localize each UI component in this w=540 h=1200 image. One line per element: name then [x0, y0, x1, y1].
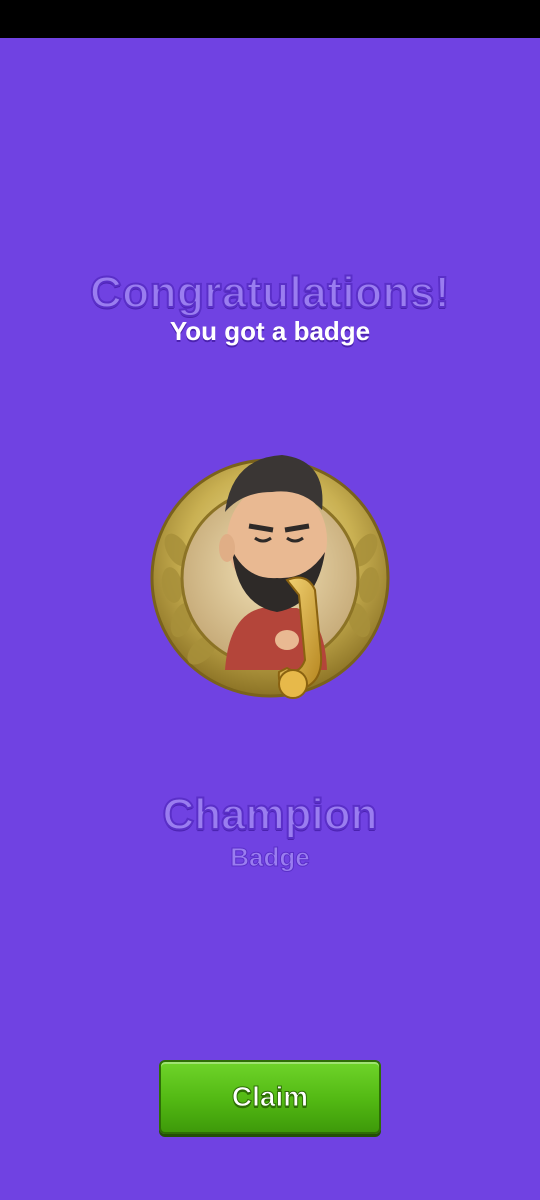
congratulations-title: Congratulations! — [89, 267, 450, 318]
saxophone-player-gold-laurel-badge-icon — [150, 455, 390, 699]
status-bar — [0, 0, 540, 38]
badge-image — [137, 440, 407, 710]
claim-button[interactable]: Claim — [159, 1060, 381, 1134]
badge-name: Champion — [161, 789, 378, 840]
claim-button-label: Claim — [231, 1081, 309, 1113]
badge-subtitle: You got a badge — [169, 316, 371, 346]
badge-type-label: Badge — [230, 842, 310, 873]
